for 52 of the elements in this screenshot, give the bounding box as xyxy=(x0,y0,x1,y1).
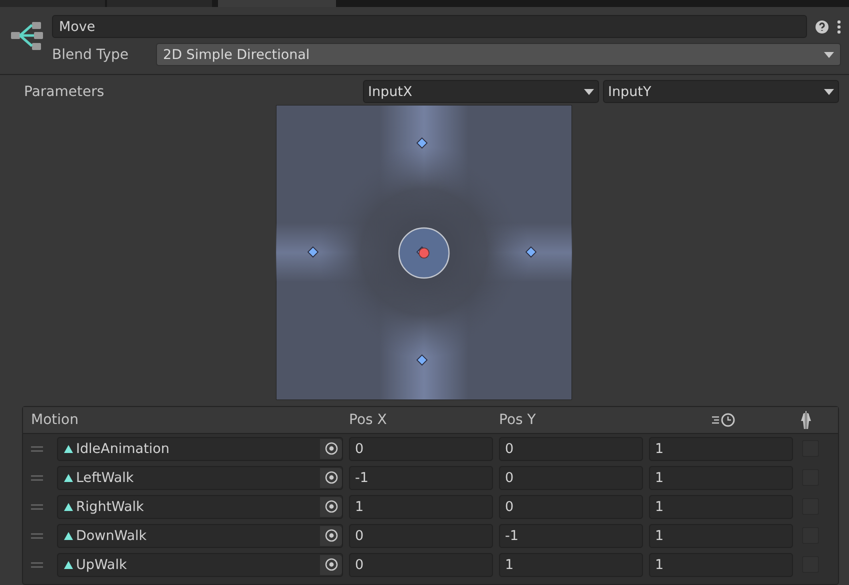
animation-clip-icon xyxy=(64,502,73,510)
blend-tree-icon xyxy=(10,19,44,53)
motion-field[interactable]: UpWalk xyxy=(57,552,343,576)
animation-clip-icon xyxy=(64,560,73,568)
speed-field[interactable]: 1 xyxy=(649,524,793,548)
motion-field[interactable]: IdleAnimation xyxy=(57,436,343,460)
parameter-y-dropdown[interactable]: InputY xyxy=(603,80,839,103)
dropdown-caret-icon xyxy=(824,52,834,58)
animation-clip-icon xyxy=(64,474,73,482)
object-picker-button[interactable] xyxy=(320,468,342,488)
speed-field[interactable]: 1 xyxy=(649,466,793,490)
pos-x-field[interactable]: -1 xyxy=(349,466,493,490)
pos-y-field[interactable]: 0 xyxy=(499,436,643,460)
drag-handle-icon[interactable] xyxy=(31,446,43,452)
pos-x-field[interactable]: 0 xyxy=(349,552,493,576)
pos-y-field[interactable]: 0 xyxy=(499,494,643,518)
drag-handle-icon[interactable] xyxy=(31,562,43,568)
column-header: Pos X xyxy=(349,412,388,428)
motion-field[interactable]: DownWalk xyxy=(57,524,343,548)
name-field[interactable]: Move xyxy=(52,15,807,38)
speed-field[interactable]: 1 xyxy=(649,494,793,518)
dropdown-caret-icon xyxy=(584,88,594,94)
motion-field[interactable]: LeftWalk xyxy=(57,466,343,490)
blend-type-label: Blend Type xyxy=(52,46,130,62)
drag-handle-icon[interactable] xyxy=(31,532,43,538)
pos-x-field[interactable]: 1 xyxy=(349,494,493,518)
speed-field[interactable]: 1 xyxy=(649,436,793,460)
object-picker-button[interactable] xyxy=(320,438,342,458)
parameters-label: Parameters xyxy=(24,84,106,100)
pos-y-field[interactable]: 0 xyxy=(499,466,643,490)
object-picker-button[interactable] xyxy=(320,496,342,516)
column-header: Motion xyxy=(31,412,80,428)
more-options-icon[interactable] xyxy=(837,20,841,34)
motion-field[interactable]: RightWalk xyxy=(57,494,343,518)
speed-field[interactable]: 1 xyxy=(649,552,793,576)
parameter-x-dropdown[interactable]: InputX xyxy=(363,80,599,103)
animation-clip-icon xyxy=(64,444,73,452)
column-header: Pos Y xyxy=(499,412,537,428)
mirror-figure-icon xyxy=(799,411,813,429)
pos-y-field[interactable]: 1 xyxy=(499,552,643,576)
pos-x-field[interactable]: 0 xyxy=(349,436,493,460)
drag-handle-icon[interactable] xyxy=(31,504,43,510)
pos-x-field[interactable]: 0 xyxy=(349,524,493,548)
pos-y-field[interactable]: -1 xyxy=(499,524,643,548)
object-picker-button[interactable] xyxy=(320,554,342,574)
drag-handle-icon[interactable] xyxy=(31,474,43,480)
speed-clock-icon xyxy=(711,412,737,428)
object-picker-button[interactable] xyxy=(320,526,342,546)
help-icon[interactable] xyxy=(815,20,829,34)
animation-clip-icon xyxy=(64,532,73,540)
blend-type-dropdown[interactable]: 2D Simple Directional xyxy=(156,43,841,66)
dropdown-caret-icon xyxy=(824,88,834,94)
